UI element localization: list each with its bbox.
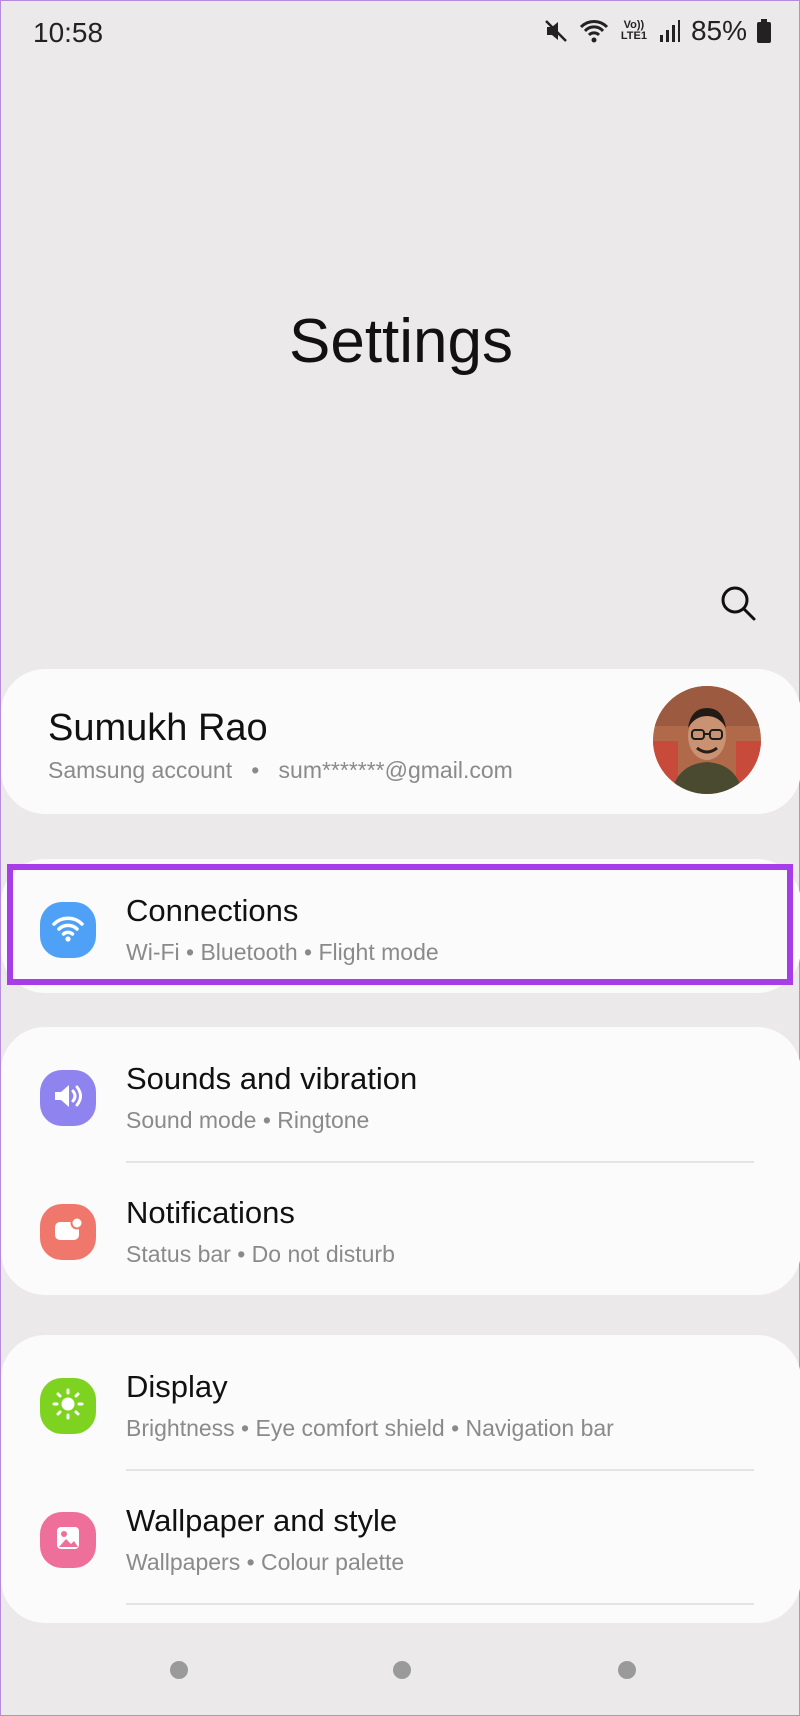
display-icon-tile bbox=[40, 1378, 96, 1434]
navigation-bar bbox=[1, 1651, 800, 1691]
settings-item-connections[interactable]: Connections Wi-Fi • Bluetooth • Flight m… bbox=[1, 859, 800, 993]
nav-home-button[interactable] bbox=[393, 1661, 411, 1679]
connections-card: Connections Wi-Fi • Bluetooth • Flight m… bbox=[1, 859, 800, 993]
volume-icon bbox=[51, 1081, 85, 1116]
signal-icon bbox=[659, 19, 681, 43]
wifi-icon bbox=[51, 913, 85, 948]
sounds-icon-tile bbox=[40, 1070, 96, 1126]
sounds-subtitle: Sound mode • Ringtone bbox=[126, 1107, 370, 1133]
settings-item-display[interactable]: Display Brightness • Eye comfort shield … bbox=[1, 1335, 800, 1469]
status-icons: Vo)) LTE1 85% bbox=[543, 15, 771, 47]
account-card[interactable]: Sumukh Rao Samsung account • sum*******@… bbox=[1, 669, 800, 814]
connections-icon-tile bbox=[40, 902, 96, 958]
avatar[interactable] bbox=[653, 686, 761, 794]
settings-item-notifications[interactable]: Notifications Status bar • Do not distur… bbox=[1, 1161, 800, 1295]
notifications-subtitle: Status bar • Do not disturb bbox=[126, 1241, 395, 1267]
display-title: Display bbox=[126, 1369, 228, 1404]
mute-icon bbox=[543, 18, 569, 44]
settings-item-sounds[interactable]: Sounds and vibration Sound mode • Ringto… bbox=[1, 1027, 800, 1161]
settings-group-2: Sounds and vibration Sound mode • Ringto… bbox=[1, 1027, 800, 1295]
search-button[interactable] bbox=[716, 583, 760, 627]
nav-back-button[interactable] bbox=[618, 1661, 636, 1679]
divider bbox=[126, 1603, 754, 1605]
connections-title: Connections bbox=[126, 893, 299, 928]
wallpaper-subtitle: Wallpapers • Colour palette bbox=[126, 1549, 405, 1575]
wallpaper-title: Wallpaper and style bbox=[126, 1503, 398, 1538]
search-icon bbox=[719, 584, 757, 627]
battery-icon bbox=[757, 19, 771, 43]
status-bar: 10:58 Vo)) LTE1 85% bbox=[1, 1, 800, 71]
status-time: 10:58 bbox=[33, 17, 104, 48]
separator-dot: • bbox=[238, 757, 273, 783]
account-type: Samsung account bbox=[48, 757, 233, 783]
notifications-title: Notifications bbox=[126, 1195, 295, 1230]
account-subtitle: Samsung account • sum*******@gmail.com bbox=[48, 757, 513, 784]
wifi-status-icon bbox=[579, 18, 609, 44]
nav-recents-button[interactable] bbox=[170, 1661, 188, 1679]
page-title: Settings bbox=[288, 307, 514, 376]
notifications-icon-tile bbox=[40, 1204, 96, 1260]
account-email: sum*******@gmail.com bbox=[278, 757, 513, 783]
settings-group-3: Display Brightness • Eye comfort shield … bbox=[1, 1335, 800, 1623]
lte-label: Vo)) LTE1 bbox=[620, 19, 647, 42]
display-subtitle: Brightness • Eye comfort shield • Naviga… bbox=[126, 1415, 614, 1441]
wallpaper-icon bbox=[53, 1523, 83, 1558]
battery-percent: 85% bbox=[690, 15, 747, 46]
notification-icon bbox=[51, 1215, 85, 1250]
wallpaper-icon-tile bbox=[40, 1512, 96, 1568]
settings-item-wallpaper[interactable]: Wallpaper and style Wallpapers • Colour … bbox=[1, 1469, 800, 1603]
brightness-icon bbox=[51, 1387, 85, 1426]
sounds-title: Sounds and vibration bbox=[126, 1061, 418, 1096]
connections-subtitle: Wi-Fi • Bluetooth • Flight mode bbox=[126, 939, 439, 965]
account-name: Sumukh Rao bbox=[48, 707, 268, 749]
